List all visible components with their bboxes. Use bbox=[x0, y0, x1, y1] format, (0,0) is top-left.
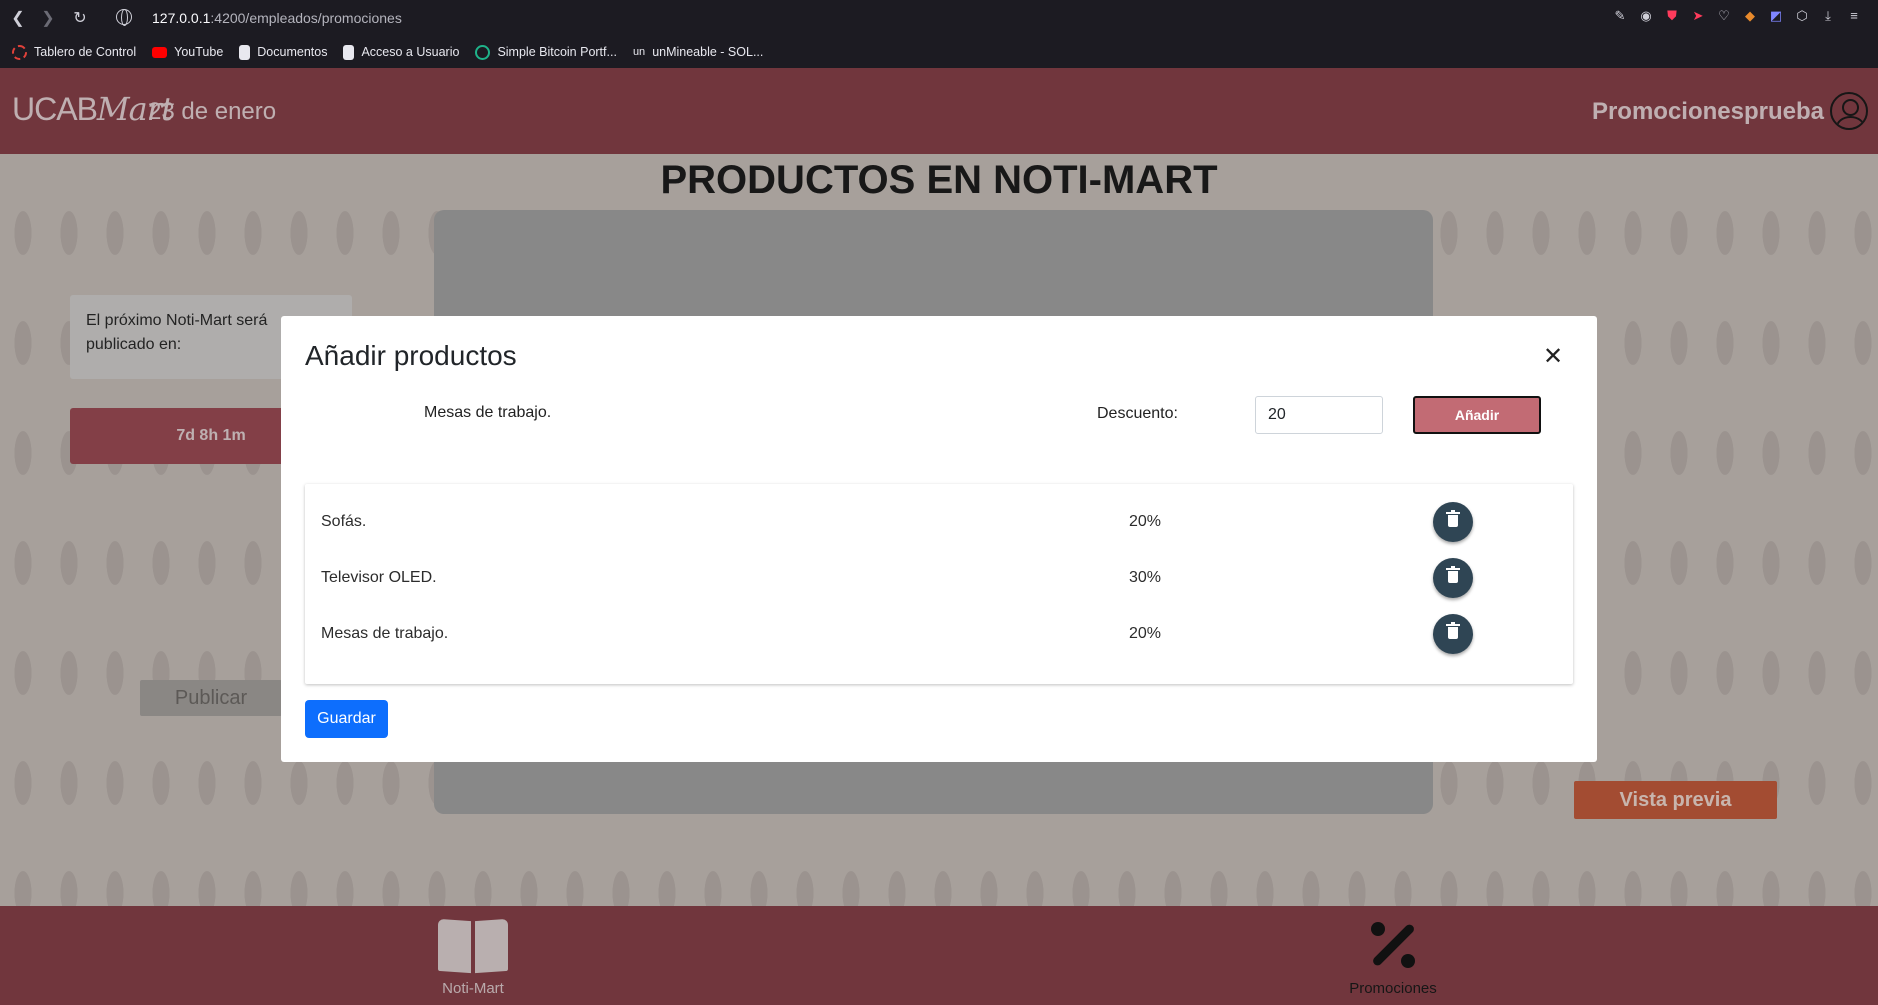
shield-icon[interactable]: ⛊ bbox=[1664, 8, 1680, 24]
bookmark-documentos[interactable]: Documentos bbox=[239, 44, 328, 60]
modal-title: Añadir productos bbox=[305, 340, 517, 371]
list-item: Mesas de trabajo. 20% bbox=[305, 606, 1573, 662]
fox-icon[interactable]: ◆ bbox=[1742, 8, 1758, 24]
bitcoin-icon bbox=[475, 44, 491, 60]
bookmark-label: Tablero de Control bbox=[34, 45, 137, 59]
close-icon[interactable]: ✕ bbox=[1541, 345, 1565, 370]
product-name: Mesas de trabajo. bbox=[321, 625, 449, 642]
globe-icon bbox=[116, 9, 132, 26]
camera-icon[interactable]: ◉ bbox=[1638, 8, 1654, 24]
dashboard-icon bbox=[12, 44, 27, 60]
cube-icon[interactable]: ⬡ bbox=[1794, 8, 1810, 24]
send-icon[interactable]: ➤ bbox=[1690, 8, 1706, 24]
bookmark-unmineable[interactable]: un unMineable - SOL... bbox=[633, 45, 763, 59]
discount-label: Descuento: bbox=[1097, 405, 1178, 422]
product-discount: 20% bbox=[1129, 625, 1162, 642]
list-item: Televisor OLED. 30% bbox=[305, 550, 1573, 606]
save-button[interactable]: Guardar bbox=[305, 700, 388, 738]
bookmark-tablero[interactable]: Tablero de Control bbox=[12, 44, 137, 60]
bookmark-youtube[interactable]: YouTube bbox=[152, 45, 223, 59]
trash-icon bbox=[1446, 566, 1460, 583]
trash-icon bbox=[1446, 622, 1460, 639]
browser-toolbar: ❮ ❯ ↻ 127.0.0.1:4200/empleados/promocion… bbox=[0, 0, 1878, 36]
menu-icon[interactable]: ≡ bbox=[1846, 8, 1862, 24]
delete-button[interactable] bbox=[1433, 614, 1473, 654]
product-discount: 30% bbox=[1129, 569, 1162, 586]
url-host: 127.0.0.1 bbox=[152, 10, 211, 26]
forward-icon[interactable]: ❯ bbox=[34, 4, 62, 32]
back-icon[interactable]: ❮ bbox=[4, 4, 32, 32]
bookmarks-bar: Tablero de Control YouTube Documentos Ac… bbox=[0, 36, 1878, 68]
file-icon bbox=[343, 44, 355, 60]
trash-icon bbox=[1446, 510, 1460, 527]
add-products-modal: Añadir productos ✕ Mesas de trabajo. Des… bbox=[281, 316, 1597, 762]
download-icon[interactable]: ⤓ bbox=[1820, 8, 1836, 24]
bookmark-label: Acceso a Usuario bbox=[361, 45, 460, 59]
list-item: Sofás. 20% bbox=[305, 494, 1573, 550]
unmineable-icon: un bbox=[632, 46, 646, 58]
document-icon bbox=[239, 44, 251, 60]
product-name: Televisor OLED. bbox=[321, 569, 437, 586]
extension-icons: ✎ ◉ ⛊ ➤ ♡ ◆ ◩ ⬡ ⤓ ≡ bbox=[1612, 8, 1862, 24]
discount-input[interactable] bbox=[1255, 396, 1383, 434]
add-button[interactable]: Añadir bbox=[1413, 396, 1541, 434]
edit-icon[interactable]: ✎ bbox=[1612, 8, 1628, 24]
delete-button[interactable] bbox=[1433, 558, 1473, 598]
reload-icon[interactable]: ↻ bbox=[66, 4, 94, 32]
address-bar[interactable]: 127.0.0.1:4200/empleados/promociones bbox=[152, 10, 402, 26]
bookmark-label: Simple Bitcoin Portf... bbox=[497, 45, 617, 59]
youtube-icon bbox=[152, 46, 168, 58]
bookmark-acceso[interactable]: Acceso a Usuario bbox=[343, 44, 460, 60]
products-list: Sofás. 20% Televisor OLED. 30% Mesas de … bbox=[305, 484, 1573, 684]
delete-button[interactable] bbox=[1433, 502, 1473, 542]
product-discount: 20% bbox=[1129, 513, 1162, 530]
product-name: Sofás. bbox=[321, 513, 367, 530]
bookmark-bitcoin[interactable]: Simple Bitcoin Portf... bbox=[475, 44, 617, 60]
cursor-icon[interactable]: ◩ bbox=[1768, 8, 1784, 24]
bookmark-label: Documentos bbox=[257, 45, 328, 59]
bookmark-label: YouTube bbox=[174, 45, 224, 59]
selected-product[interactable]: Mesas de trabajo. bbox=[424, 404, 551, 422]
bookmark-label: unMineable - SOL... bbox=[652, 45, 764, 59]
heart-icon[interactable]: ♡ bbox=[1716, 8, 1732, 24]
url-path: :4200/empleados/promociones bbox=[210, 10, 402, 26]
